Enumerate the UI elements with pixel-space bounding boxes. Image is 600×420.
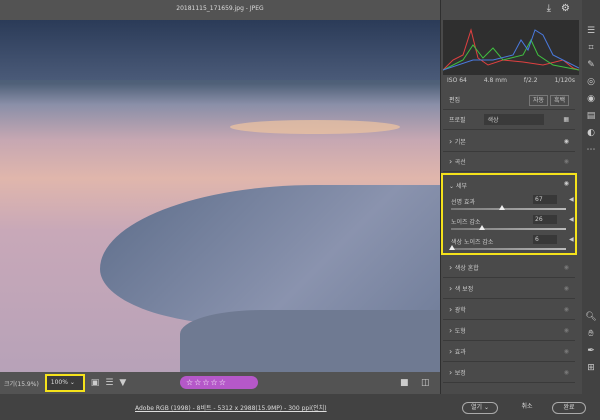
eye-icon[interactable]: ◉	[564, 158, 569, 165]
snapshots-icon[interactable]: ▤	[587, 111, 596, 121]
mask-icon[interactable]: ◎	[587, 77, 595, 87]
cancel-button[interactable]: 취소	[515, 402, 539, 414]
shutter: 1/120s	[554, 77, 575, 84]
section-curve[interactable]: 곡선 ◉	[443, 152, 575, 172]
slider-value[interactable]: 67	[533, 195, 557, 204]
mountain-area	[0, 20, 440, 80]
slider-value[interactable]: 26	[533, 215, 557, 224]
red-eye-icon[interactable]: ◉	[587, 94, 595, 104]
photo-preview[interactable]	[0, 20, 440, 372]
aperture: f/2.2	[523, 77, 538, 84]
slider-label: 선명 효과	[451, 199, 475, 206]
detail-title: 세부	[455, 183, 467, 190]
sun-reflection	[230, 120, 400, 134]
save-icon[interactable]: ⤓	[547, 3, 551, 14]
eye-icon[interactable]: ◉	[564, 138, 569, 145]
tidal-flat-lower	[180, 310, 440, 372]
section-calibration[interactable]: 보정 ◉	[443, 363, 575, 383]
profile-label: 프로필	[449, 117, 466, 124]
section-detail: ⌄ 세부 ◉ 선명 효과 67 ◀ 노이즈 감소 26 ◀ 색상 노이즈 감소 6 ◀	[441, 173, 577, 255]
sort-icon[interactable]: ☰	[105, 378, 113, 388]
profile-value: 색상	[487, 117, 499, 124]
hand-tool-icon[interactable]: ✋︎	[588, 329, 593, 339]
section-label: 도형	[449, 326, 466, 335]
tool-strip: ☰ ⌗ ✎ ◎ ◉ ▤ ◐ ⋯ 🔍︎ ✋︎ ✒ ⊞	[582, 0, 600, 394]
filter-icon[interactable]: ▼	[119, 378, 126, 388]
histogram	[443, 20, 579, 75]
iso: ISO 64	[447, 77, 467, 84]
eye-icon[interactable]: ◉	[564, 348, 569, 355]
open-button[interactable]: 열기 ⌄	[462, 402, 498, 414]
section-label: 색 보정	[449, 284, 473, 293]
before-after-icon[interactable]: ■	[400, 378, 409, 388]
eyedropper-icon[interactable]: ✒	[587, 346, 595, 356]
window-title: 20181115_171659.jpg - JPEG	[176, 5, 264, 12]
eye-icon[interactable]: ◉	[564, 285, 569, 292]
edit-label: 편집	[449, 97, 461, 104]
crop-icon[interactable]: ⌗	[588, 43, 593, 53]
zoom-select[interactable]: 100% ⌄	[44, 374, 85, 392]
section-optics[interactable]: 광학 ◉	[443, 300, 575, 320]
slider-label: 노이즈 감소	[451, 219, 481, 226]
more-icon[interactable]: ⋯	[587, 145, 596, 155]
tidal-flat	[100, 185, 440, 325]
healing-icon[interactable]: ✎	[587, 60, 595, 70]
compare-view-icon[interactable]: ◫	[421, 378, 430, 388]
profile-browser-icon[interactable]: ▦	[563, 116, 569, 123]
section-geometry[interactable]: 도형 ◉	[443, 321, 575, 341]
bw-button[interactable]: 흑백	[549, 95, 569, 106]
section-label: 기본	[449, 137, 466, 146]
section-basic[interactable]: 기본 ◉	[443, 132, 575, 152]
edit-sliders-icon[interactable]: ☰	[587, 26, 595, 36]
histogram-red	[443, 28, 579, 71]
edit-row: 편집 자동 흑백	[443, 90, 575, 110]
section-label: 효과	[449, 347, 466, 356]
slider-label: 색상 노이즈 감소	[451, 239, 494, 246]
done-button[interactable]: 완료	[552, 402, 586, 414]
filmstrip-icon[interactable]: ▣	[91, 378, 100, 388]
section-label: 광학	[449, 305, 466, 314]
slider-value[interactable]: 6	[533, 235, 557, 244]
open-label: 열기	[471, 404, 483, 411]
section-color-grading[interactable]: 색 보정 ◉	[443, 279, 575, 299]
eye-icon[interactable]: ◉	[564, 369, 569, 376]
eye-icon[interactable]: ◉	[564, 264, 569, 271]
exif-info: ISO 64 4.8 mm f/2.2 1/120s	[443, 77, 579, 84]
status-bar: Adobe RGB (1998) - 8비트 - 5312 x 2988(15.…	[0, 394, 600, 420]
section-label: 곡선	[449, 157, 466, 166]
focal-length: 4.8 mm	[483, 77, 507, 84]
profile-select[interactable]: 색상	[484, 114, 545, 125]
presets-icon[interactable]: ◐	[587, 128, 595, 138]
eye-icon[interactable]: ◉	[564, 180, 569, 187]
zoom-tool-icon[interactable]: 🔍︎	[585, 312, 596, 322]
eye-icon[interactable]: ◉	[564, 327, 569, 334]
detail-header[interactable]: ⌄ 세부	[449, 181, 467, 190]
section-label: 색상 혼합	[449, 263, 479, 272]
eye-icon[interactable]: ◉	[564, 306, 569, 313]
rating-stars[interactable]: ☆☆☆☆☆	[180, 376, 258, 389]
zoom-label: 크기(15.9%)	[4, 380, 39, 388]
auto-button[interactable]: 자동	[528, 95, 549, 106]
gear-icon[interactable]: ⚙	[561, 3, 570, 14]
workflow-options-link[interactable]: Adobe RGB (1998) - 8비트 - 5312 x 2988(15.…	[135, 403, 327, 412]
section-effects[interactable]: 효과 ◉	[443, 342, 575, 362]
grid-icon[interactable]: ⊞	[587, 363, 595, 373]
zoom-value: 100%	[50, 379, 68, 386]
section-color-mixer[interactable]: 색상 혼합 ◉	[443, 258, 575, 278]
profile-row: 프로필 색상 ▦	[443, 110, 575, 130]
histogram-blue	[443, 29, 579, 71]
section-label: 보정	[449, 368, 466, 377]
